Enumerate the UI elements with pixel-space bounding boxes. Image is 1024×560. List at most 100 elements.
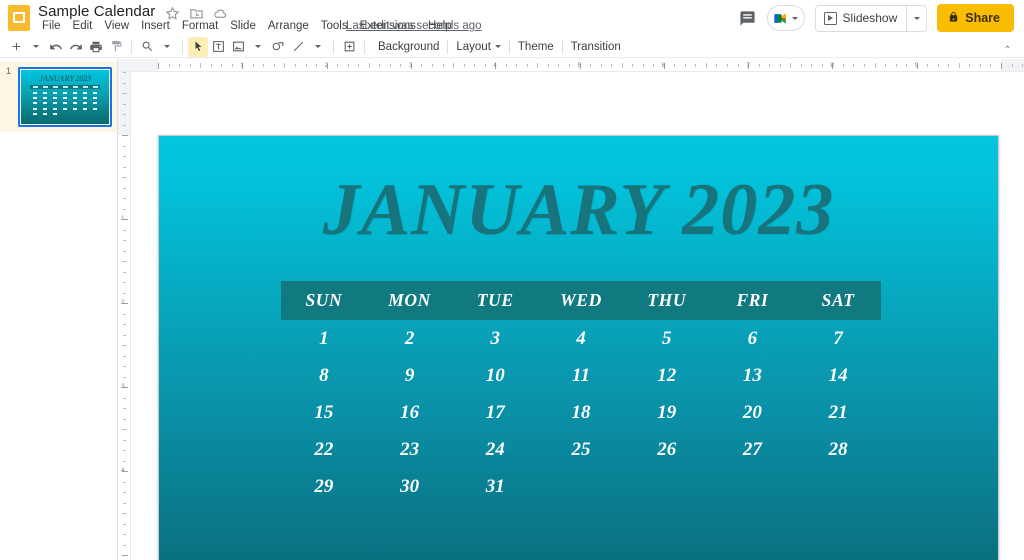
menu-item-view[interactable]: View (98, 19, 135, 33)
slide-thumbnail[interactable]: JANUARY 2023 (18, 67, 112, 127)
menu-item-arrange[interactable]: Arrange (262, 19, 315, 33)
google-slides-logo-icon[interactable] (8, 5, 30, 31)
ruler-label-h-5: 5 (577, 62, 582, 69)
paint-format-icon[interactable] (106, 37, 126, 57)
chevron-up-icon[interactable] (998, 39, 1016, 55)
ruler-tick (123, 334, 126, 336)
meet-chevron-down-icon[interactable] (791, 16, 798, 20)
ruler-tick (537, 63, 539, 68)
thumbnail-date-grid (30, 92, 100, 115)
ruler-tick (368, 63, 370, 68)
thumbnail-date-mark (73, 107, 77, 110)
ruler-tick (123, 166, 126, 168)
ruler-tick (122, 555, 128, 556)
calendar-day-7: 7 (833, 328, 843, 349)
menu-item-file[interactable]: File (36, 19, 67, 33)
line-icon[interactable] (288, 37, 308, 57)
last-edit-status[interactable]: Last edit was seconds ago (346, 20, 482, 32)
add-comment-icon[interactable] (339, 37, 359, 57)
menu-item-edit[interactable]: Edit (67, 19, 99, 33)
thumbnail-date-mark (83, 97, 87, 100)
layout-chevron-down-icon[interactable] (494, 45, 501, 48)
calendar-day-19: 19 (657, 402, 677, 423)
insert-image-icon[interactable] (228, 37, 248, 57)
thumbnail-date-mark (63, 107, 67, 110)
slideshow-chevron-down-icon[interactable] (906, 5, 926, 31)
calendar-day-30: 30 (400, 476, 420, 497)
day-header-sat: SAT (821, 290, 855, 310)
shape-icon[interactable] (268, 37, 288, 57)
share-button[interactable]: Share (937, 4, 1014, 32)
filmstrip-slide-1[interactable]: 1 JANUARY 2023 (0, 62, 117, 132)
ruler-tick (400, 64, 402, 67)
ruler-tick (979, 64, 981, 67)
document-title[interactable]: Sample Calendar (38, 3, 155, 20)
toolbar-theme-button[interactable]: Theme (510, 37, 562, 56)
new-slide-chevron-down-icon[interactable] (26, 37, 46, 57)
ruler-tick (621, 63, 623, 68)
thumbnail-date-mark (83, 107, 87, 110)
ruler-label-h-8: 8 (830, 62, 835, 69)
ruler-tick (727, 64, 729, 67)
thumbnail-date-mark (93, 102, 97, 105)
calendar-slide[interactable]: JANUARY 2023 SUN MON TUE WED THU FRI SAT 12345… (158, 135, 999, 560)
ruler-tick (123, 198, 126, 199)
vertical-ruler[interactable]: 1 2 3 4 (118, 72, 131, 560)
calendar-date-grid[interactable]: 1 2 3 4 5 6 7 8 9 10 11 12 13 14 15 16 17 18 19 20 21 22 23 24 2… (281, 320, 881, 505)
ruler-tick (885, 64, 887, 67)
ruler-tick (590, 64, 592, 67)
ruler-tick (505, 64, 507, 67)
ruler-tick (927, 64, 929, 67)
slideshow-button[interactable]: Slideshow (814, 4, 928, 32)
thumbnail-date-mark (93, 113, 97, 115)
calendar-day-16: 16 (400, 402, 420, 423)
ruler-label-h-2: 2 (324, 62, 329, 69)
ruler-tick (421, 64, 423, 67)
ruler-tick (769, 64, 771, 67)
calendar-day-header-row[interactable]: SUN MON TUE WED THU FRI SAT (281, 281, 881, 320)
insert-image-chevron-down-icon[interactable] (248, 37, 268, 57)
slide-canvas[interactable]: JANUARY 2023 SUN MON TUE WED THU FRI SAT 12345… (131, 72, 1024, 560)
ruler-tick (1022, 64, 1024, 67)
ruler-tick (123, 292, 126, 294)
menu-item-slide[interactable]: Slide (224, 19, 262, 33)
text-box-icon[interactable] (208, 37, 228, 57)
zoom-chevron-down-icon[interactable] (157, 37, 177, 57)
ruler-tick (263, 64, 265, 67)
comment-icon[interactable] (733, 3, 763, 33)
slideshow-label: Slideshow (842, 11, 898, 25)
ruler-label-h-6: 6 (661, 62, 666, 69)
zoom-icon[interactable] (137, 37, 157, 57)
google-meet-button[interactable] (766, 5, 805, 31)
menu-item-insert[interactable]: Insert (135, 19, 176, 33)
thumbnail-date-mark (83, 102, 87, 105)
select-cursor-icon[interactable] (188, 36, 208, 57)
ruler-tick (842, 64, 844, 67)
calendar-title[interactable]: JANUARY 2023 (159, 170, 998, 250)
thumbnail-date-mark (93, 97, 97, 100)
ruler-tick (684, 64, 686, 67)
calendar-cell-empty (624, 468, 710, 505)
ruler-tick (252, 64, 254, 67)
redo-icon[interactable] (66, 37, 86, 57)
ruler-tick (474, 64, 476, 67)
ruler-tick (123, 355, 126, 357)
calendar-day-2: 2 (404, 328, 415, 349)
line-chevron-down-icon[interactable] (308, 37, 328, 57)
menu-item-format[interactable]: Format (176, 19, 224, 33)
ruler-tick (123, 156, 126, 157)
ruler-tick (431, 64, 433, 67)
toolbar-layout-button[interactable]: Layout (448, 37, 509, 56)
calendar-day-29: 29 (314, 476, 334, 497)
horizontal-ruler[interactable]: 1 2 3 4 5 6 7 8 9 (118, 59, 1024, 72)
print-icon[interactable] (86, 37, 106, 57)
new-slide-icon[interactable] (6, 37, 26, 57)
toolbar-background-button[interactable]: Background (370, 37, 447, 56)
undo-icon[interactable] (46, 37, 66, 57)
ruler-tick (123, 103, 126, 105)
ruler-tick (123, 534, 126, 535)
ruler-tick (123, 408, 126, 409)
ruler-tick (1011, 64, 1013, 67)
toolbar: Background Layout Theme Transition (0, 36, 1024, 58)
toolbar-transition-button[interactable]: Transition (563, 37, 629, 56)
